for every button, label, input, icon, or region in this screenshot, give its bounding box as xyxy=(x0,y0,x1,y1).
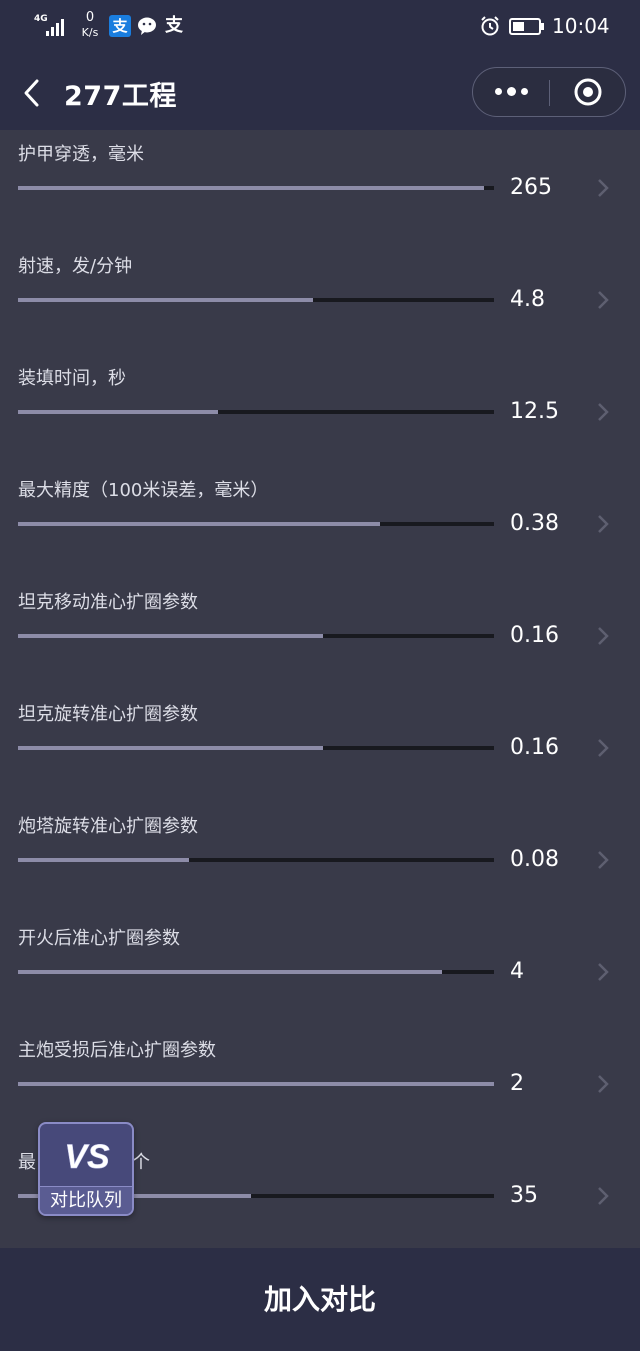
stat-bar xyxy=(18,186,494,190)
stat-value: 35 xyxy=(510,1183,538,1208)
stat-row-reload-time[interactable]: 装填时间，秒 12.5 xyxy=(0,354,640,466)
stat-bar-fill xyxy=(18,634,323,638)
vs-logo-text: VS xyxy=(64,1138,110,1176)
stat-bar-fill xyxy=(18,1082,494,1086)
chevron-right-icon xyxy=(598,291,609,309)
stat-value: 4 xyxy=(510,959,524,984)
chevron-right-icon xyxy=(598,963,609,981)
compare-queue-label: 对比队列 xyxy=(40,1186,132,1214)
stat-bar xyxy=(18,970,494,974)
stat-label: 坦克旋转准心扩圈参数 xyxy=(18,704,198,725)
alipay-icon: 支 xyxy=(165,15,183,36)
status-bar: 4G 0 K/s 支 支 10:04 xyxy=(0,0,640,54)
stat-bar-fill xyxy=(18,746,323,750)
stat-row-dispersion-after-firing[interactable]: 开火后准心扩圈参数 4 xyxy=(0,914,640,1026)
wechat-icon xyxy=(137,15,159,37)
vs-logo-icon: VS xyxy=(64,1138,110,1176)
stat-bar-fill xyxy=(18,858,190,862)
stat-label: 炮塔旋转准心扩圈参数 xyxy=(18,816,198,837)
battery-icon xyxy=(509,18,545,35)
chevron-right-icon xyxy=(598,739,609,757)
stat-bar xyxy=(18,634,494,638)
stat-label: 主炮受损后准心扩圈参数 xyxy=(18,1040,216,1061)
stat-bar xyxy=(18,522,494,526)
stat-value: 12.5 xyxy=(510,399,559,424)
capsule-divider xyxy=(549,80,550,106)
stat-label: 装填时间，秒 xyxy=(18,368,126,389)
chevron-right-icon xyxy=(598,515,609,533)
network-speed-unit: K/s xyxy=(81,26,99,39)
stat-label: 开火后准心扩圈参数 xyxy=(18,928,180,949)
back-icon[interactable] xyxy=(20,78,44,108)
stat-bar xyxy=(18,410,494,414)
chevron-right-icon xyxy=(598,627,609,645)
stat-row-dispersion-turret-traverse[interactable]: 炮塔旋转准心扩圈参数 0.08 xyxy=(0,802,640,914)
stat-bar-fill xyxy=(18,410,218,414)
stat-label: 护甲穿透，毫米 xyxy=(18,144,144,165)
stat-list[interactable]: 护甲穿透，毫米 265 射速，发/分钟 4.8 装填时间，秒 12.5 最大精度… xyxy=(0,130,640,1248)
more-button[interactable] xyxy=(473,68,549,116)
close-target-icon xyxy=(574,78,602,106)
status-time: 10:04 xyxy=(552,14,610,38)
stat-bar-fill xyxy=(18,522,380,526)
chevron-right-icon xyxy=(598,403,609,421)
stat-label: 射速，发/分钟 xyxy=(18,256,133,277)
stat-value: 0.08 xyxy=(510,847,559,872)
stat-row-accuracy[interactable]: 最大精度（100米误差，毫米） 0.38 xyxy=(0,466,640,578)
stat-value: 2 xyxy=(510,1071,524,1096)
stat-bar xyxy=(18,298,494,302)
stat-bar xyxy=(18,746,494,750)
stat-bar-fill xyxy=(18,186,485,190)
stat-value: 0.16 xyxy=(510,623,559,648)
stat-bar-fill xyxy=(18,970,442,974)
close-button[interactable] xyxy=(551,68,625,116)
stat-row-rate-of-fire[interactable]: 射速，发/分钟 4.8 xyxy=(0,242,640,354)
compare-queue-button[interactable]: VS 对比队列 xyxy=(38,1122,134,1216)
stat-value: 265 xyxy=(510,175,552,200)
stat-bar-fill xyxy=(18,298,314,302)
chevron-right-icon xyxy=(598,851,609,869)
stat-row-dispersion-moving[interactable]: 坦克移动准心扩圈参数 0.16 xyxy=(0,578,640,690)
stat-value: 0.16 xyxy=(510,735,559,760)
stat-row-dispersion-hull-traverse[interactable]: 坦克旋转准心扩圈参数 0.16 xyxy=(0,690,640,802)
stat-value: 0.38 xyxy=(510,511,559,536)
stat-bar xyxy=(18,1082,494,1086)
more-icon xyxy=(495,88,502,95)
stat-label: 坦克移动准心扩圈参数 xyxy=(18,592,198,613)
chevron-right-icon xyxy=(598,1187,609,1205)
stat-value: 4.8 xyxy=(510,287,545,312)
stat-label-end: 个 xyxy=(132,1152,150,1173)
chevron-right-icon xyxy=(598,179,609,197)
stat-bar xyxy=(18,858,494,862)
add-to-compare-button[interactable]: 加入对比 xyxy=(0,1248,640,1351)
alipay-icon: 支 xyxy=(109,15,131,37)
stat-label-start: 最 xyxy=(18,1152,36,1173)
page: 4G 0 K/s 支 支 10:04 277工程 护甲穿透，毫米 265 射速，… xyxy=(0,0,640,1351)
network-speed: 0 K/s xyxy=(78,10,102,40)
mini-program-capsule xyxy=(472,67,626,117)
alarm-icon xyxy=(479,15,501,37)
signal-icon: 4G xyxy=(34,12,70,38)
stat-label: 最大精度（100米误差，毫米） xyxy=(18,480,269,501)
nav-bar: 277工程 xyxy=(0,54,640,130)
network-speed-value: 0 xyxy=(85,10,95,25)
chevron-right-icon xyxy=(598,1075,609,1093)
bottom-bar: 加入对比 xyxy=(0,1248,640,1351)
page-title: 277工程 xyxy=(64,81,177,112)
stat-row-armor-penetration[interactable]: 护甲穿透，毫米 265 xyxy=(0,130,640,242)
